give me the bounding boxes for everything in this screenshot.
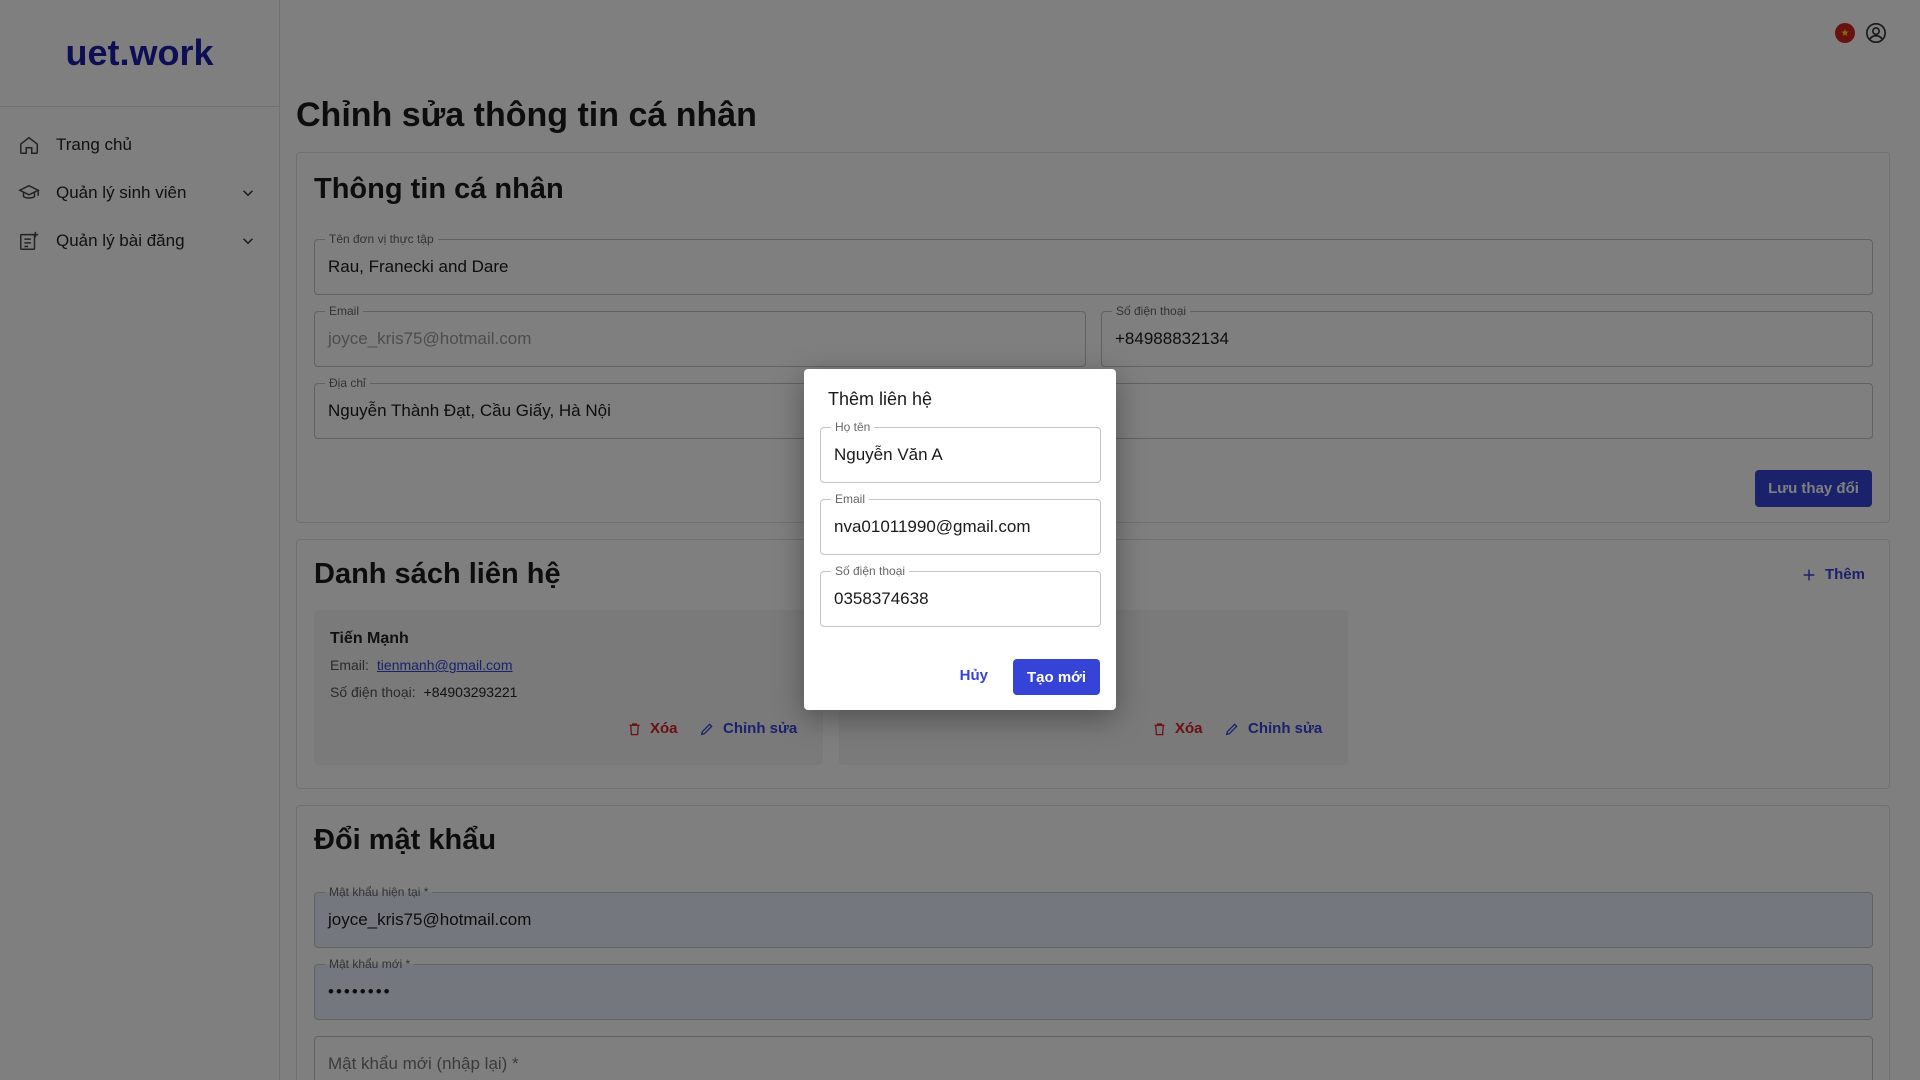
dialog-title: Thêm liên hệ [828, 389, 933, 409]
field-value: 0358374638 [834, 589, 929, 608]
cancel-button[interactable]: Hủy [960, 667, 988, 684]
email-input[interactable]: Email nva01011990@gmail.com [820, 492, 1101, 555]
phone-input[interactable]: Số điện thoại 0358374638 [820, 564, 1101, 627]
create-contact-button[interactable]: Tạo mới [1013, 659, 1100, 695]
field-value: nva01011990@gmail.com [834, 517, 1031, 536]
field-value: Nguyễn Văn A [834, 445, 943, 464]
name-input[interactable]: Họ tên Nguyễn Văn A [820, 420, 1101, 483]
add-contact-dialog: Thêm liên hệ Họ tên Nguyễn Văn A Email n… [804, 369, 1116, 710]
